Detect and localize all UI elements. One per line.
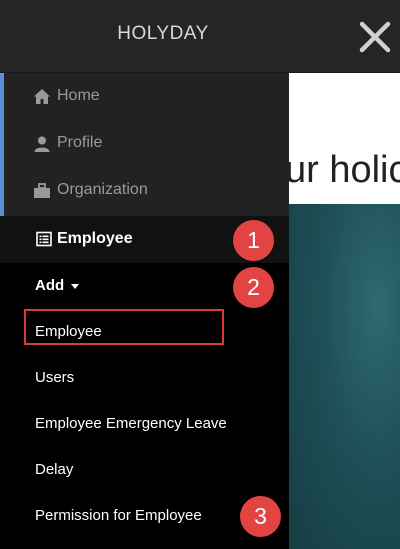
main-content: ur holic — [289, 73, 400, 549]
sidebar-item-organization[interactable]: Organization — [0, 167, 289, 214]
briefcase-icon — [33, 182, 51, 200]
submenu-item-label: Employee Emergency Leave — [35, 415, 227, 432]
sidebar-item-label: Organization — [57, 181, 148, 198]
background-image — [289, 204, 400, 549]
sidebar-item-label: Home — [57, 87, 100, 104]
sidebar-item-home[interactable]: Home — [0, 73, 289, 120]
close-icon[interactable] — [352, 14, 398, 60]
home-icon — [33, 88, 51, 106]
sidebar-item-label: Profile — [57, 134, 103, 151]
submenu-item-emergency-leave[interactable]: Employee Emergency Leave — [0, 401, 289, 447]
submenu-item-label: Delay — [35, 461, 74, 478]
sidebar-item-label: Employee — [57, 230, 133, 247]
sidebar-item-profile[interactable]: Profile — [0, 120, 289, 167]
submenu-item-delay[interactable]: Delay — [0, 447, 289, 493]
app-title: HOLYDAY — [117, 23, 209, 44]
highlight-box — [24, 309, 224, 345]
step-badge-1: 1 — [233, 220, 274, 261]
top-bar: HOLYDAY — [0, 0, 400, 73]
user-icon — [33, 135, 51, 153]
caret-down-icon — [71, 283, 80, 289]
page-heading: ur holic — [289, 149, 400, 191]
submenu-add-label: Add — [35, 277, 65, 294]
step-badge-2: 2 — [233, 267, 274, 308]
list-icon — [36, 231, 52, 247]
submenu-item-label: Permission for Employee — [35, 507, 202, 524]
submenu-item-label: Users — [35, 369, 75, 386]
step-badge-3: 3 — [240, 496, 281, 537]
submenu-item-users[interactable]: Users — [0, 355, 289, 401]
